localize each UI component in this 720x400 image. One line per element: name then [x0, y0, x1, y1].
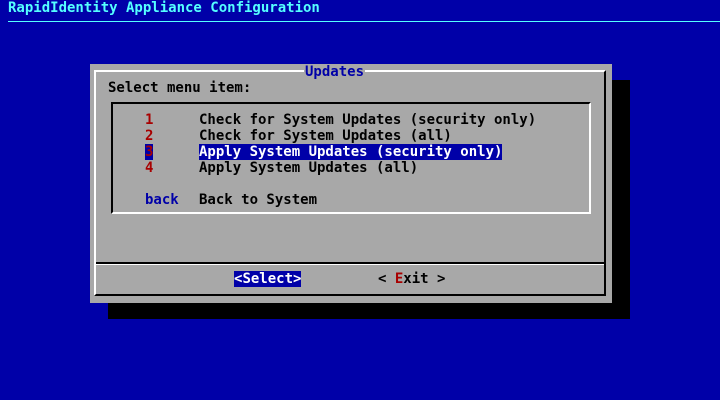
menu-item-tag: 4	[145, 160, 154, 176]
exit-close-bracket: >	[428, 271, 446, 287]
menu-list: 1 Check for System Updates (security onl…	[111, 102, 591, 214]
menu-item-back[interactable]: back Back to System	[113, 192, 589, 208]
exit-open-bracket: <	[378, 271, 395, 287]
menu-item-label: Apply System Updates (all)	[199, 160, 419, 176]
menu-item-label: Check for System Updates (all)	[199, 128, 452, 144]
exit-button[interactable]: < Exit >	[378, 271, 445, 287]
menu-item-tag: 2	[145, 128, 154, 144]
exit-label-rest: xit	[403, 271, 429, 287]
select-button[interactable]: <Select>	[234, 271, 302, 287]
title-divider	[8, 21, 720, 22]
select-hotkey: S	[242, 271, 251, 287]
menu-item-label: Back to System	[199, 192, 318, 208]
menu-item-1[interactable]: 1 Check for System Updates (security onl…	[113, 112, 589, 128]
menu-item-3-selected[interactable]: 3 Apply System Updates (security only)	[113, 144, 589, 160]
select-label-rest: elect	[250, 271, 294, 287]
menu-item-label: Check for System Updates (security only)	[199, 112, 537, 128]
menu-item-tag: 3	[145, 144, 154, 160]
menu-item-4[interactable]: 4 Apply System Updates (all)	[113, 160, 589, 176]
menu-prompt: Select menu item:	[108, 80, 252, 96]
app-title: RapidIdentity Appliance Configuration	[8, 0, 320, 16]
menu-item-tag: back	[145, 192, 179, 208]
select-close-bracket: >	[293, 271, 302, 287]
menu-item-label: Apply System Updates (security only)	[199, 144, 503, 160]
button-divider	[96, 262, 604, 265]
menu-item-tag: 1	[145, 112, 154, 128]
dialog-title: Updates	[304, 64, 366, 80]
updates-dialog: Updates Select menu item: 1 Check for Sy…	[90, 64, 612, 303]
menu-item-2[interactable]: 2 Check for System Updates (all)	[113, 128, 589, 144]
